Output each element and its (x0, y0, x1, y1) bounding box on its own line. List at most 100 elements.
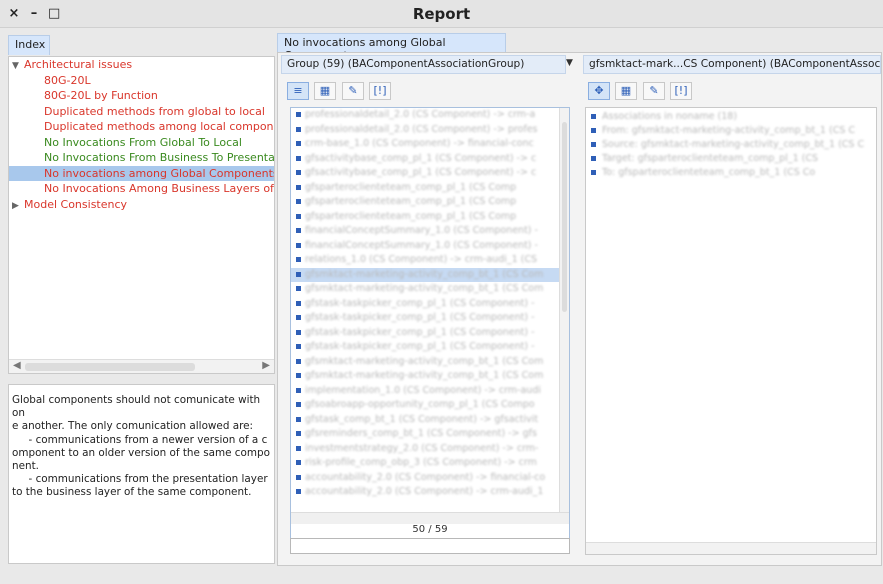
list-item-label: financialConceptSummary_1.0 (CS Componen… (305, 225, 538, 236)
list-vscrollbar[interactable] (559, 108, 569, 512)
list-item[interactable]: gfstask-taskpicker_comp_pl_1 (CS Compone… (291, 326, 569, 341)
item-bullet-icon (296, 358, 301, 364)
list-item[interactable]: gfsreminders_comp_bt_1 (CS Component) ->… (291, 427, 569, 442)
list-item-label: gfsparteroclienteteam_comp_pl_1 (CS Comp (305, 181, 517, 193)
item-bullet-icon (296, 228, 301, 233)
list-item[interactable]: gfsactivitybase_comp_pl_1 (CS Component)… (291, 166, 569, 181)
list-item[interactable]: gfsactivitybase_comp_pl_1 (CS Component)… (291, 152, 569, 167)
item-bullet-icon (296, 286, 301, 291)
detail-item[interactable]: Associations in noname (18) (586, 110, 876, 124)
list-item[interactable]: gfsmktact-marketing-activity_comp_bt_1 (… (291, 267, 569, 282)
tree-item[interactable]: 80G-20L by Function (9, 88, 274, 104)
window-title: Report (412, 5, 471, 23)
list-item[interactable]: financialConceptSummary_1.0 (CS Componen… (291, 239, 569, 254)
list-item[interactable]: crm-base_1.0 (CS Component) -> financial… (291, 137, 569, 152)
tree-item[interactable]: No Invocations From Business To Presenta… (9, 150, 274, 166)
item-bullet-icon (296, 112, 301, 117)
list-item[interactable]: gfsmktact-marketing-activity_comp_bt_1 (… (291, 355, 569, 370)
list-item-label: gfsmktact-marketing-activity_comp_bt_1 (… (305, 370, 544, 381)
list-hscrollbar[interactable] (291, 512, 569, 524)
list-item[interactable]: gfsmktact-marketing-activity_comp_bt_1 (… (291, 282, 569, 297)
list-item[interactable]: gfstask-taskpicker_comp_pl_1 (CS Compone… (291, 340, 569, 355)
dropdown-arrow-icon[interactable]: ▼ (566, 58, 573, 68)
index-hscrollbar[interactable]: ◀ ▶ (9, 359, 274, 373)
item-bullet-icon (296, 126, 301, 132)
filter-input[interactable] (290, 538, 570, 554)
list-item-label: accountability_2.0 (CS Component) -> crm… (305, 486, 544, 497)
list-item[interactable]: gfsmktact-marketing-activity_comp_bt_1 (… (291, 369, 569, 384)
table-view-icon[interactable]: ▦ (314, 82, 336, 100)
expand-right-icon[interactable]: ▶ (12, 199, 24, 215)
tree-item-label: Duplicated methods among local componen (44, 120, 275, 133)
tree-item-label: No Invocations From Global To Local (44, 135, 242, 149)
item-bullet-icon (591, 156, 596, 161)
detail-item[interactable]: To: gfsparteroclienteteam_comp_bt_1 (CS … (586, 166, 876, 180)
item-bullet-icon (296, 402, 301, 407)
detail-item-label: From: gfsmktact-marketing-activity_comp_… (602, 125, 856, 136)
edit-icon[interactable]: ✎ (342, 82, 364, 100)
list-item[interactable]: gfstask-taskpicker_comp_pl_1 (CS Compone… (291, 311, 569, 326)
item-bullet-icon (591, 142, 596, 147)
list-item[interactable]: implementation_1.0 (CS Component) -> crm… (291, 384, 569, 399)
item-bullet-icon (591, 170, 596, 175)
item-bullet-icon (296, 416, 301, 422)
tree-item[interactable]: No Invocations From Global To Local (9, 135, 274, 151)
tree-item[interactable]: Duplicated methods from global to local (9, 104, 274, 120)
edit-icon[interactable]: ✎ (643, 82, 665, 100)
scroll-left-icon[interactable]: ◀ (13, 360, 21, 371)
detail-item[interactable]: Source: gfsmktact-marketing-activity_com… (586, 138, 876, 152)
item-bullet-icon (296, 474, 301, 480)
table-view-icon[interactable]: ▦ (615, 82, 637, 100)
list-item[interactable]: risk-profile_comp_obp_3 (CS Component) -… (291, 456, 569, 471)
list-item[interactable]: gfsparteroclienteteam_comp_pl_1 (CS Comp (291, 195, 569, 210)
list-item-label: accountability_2.0 (CS Component) -> fin… (305, 471, 546, 483)
list-item-label: gfsmktact-marketing-activity_comp_bt_1 (… (305, 268, 544, 280)
list-item-label: crm-base_1.0 (CS Component) -> financial… (305, 138, 534, 149)
list-item[interactable]: gfstask_comp_bt_1 (CS Component) -> gfsa… (291, 413, 569, 428)
detail-hscrollbar[interactable] (586, 542, 876, 554)
code-icon[interactable]: [!] (670, 82, 692, 100)
code-icon[interactable]: [!] (369, 82, 391, 100)
tree-item[interactable]: Duplicated methods among local componen (9, 119, 274, 135)
tree-item-label: 80G-20L by Function (44, 89, 158, 102)
tree-item[interactable]: No Invocations Among Business Layers of … (9, 181, 274, 197)
list-item[interactable]: relations_1.0 (CS Component) -> crm-audi… (291, 253, 569, 268)
list-view-icon[interactable]: ≡ (287, 82, 309, 100)
list-item-label: gfsmktact-marketing-activity_comp_bt_1 (… (305, 283, 544, 294)
list-item[interactable]: professionaldetail_2.0 (CS Component) ->… (291, 108, 569, 123)
list-item[interactable]: gfstask-taskpicker_comp_pl_1 (CS Compone… (291, 297, 569, 312)
list-item[interactable]: professionaldetail_2.0 (CS Component) ->… (291, 123, 569, 138)
list-item[interactable]: accountability_2.0 (CS Component) -> fin… (291, 471, 569, 486)
item-bullet-icon (296, 460, 301, 465)
tree-item[interactable]: ▶ Model Consistency (9, 197, 274, 213)
list-item[interactable]: gfsparteroclienteteam_comp_pl_1 (CS Comp (291, 210, 569, 225)
list-item-label: gfsactivitybase_comp_pl_1 (CS Component)… (305, 152, 537, 164)
list-item[interactable]: gfsoabroapp-opportunity_comp_pl_1 (CS Co… (291, 398, 569, 413)
tab-index[interactable]: Index (8, 35, 50, 55)
list-item-label: financialConceptSummary_1.0 (CS Componen… (305, 239, 538, 251)
expand-down-icon[interactable]: ▼ (12, 59, 24, 75)
list-item[interactable]: investmentstrategy_2.0 (CS Component) ->… (291, 442, 569, 457)
item-bullet-icon (591, 114, 596, 119)
scroll-thumb[interactable] (562, 122, 567, 312)
item-bullet-icon (296, 257, 301, 262)
list-item[interactable]: gfsparteroclienteteam_comp_pl_1 (CS Comp (291, 181, 569, 196)
list-item[interactable]: financialConceptSummary_1.0 (CS Componen… (291, 224, 569, 239)
detail-item[interactable]: Target: gfsparteroclienteteam_comp_pl_1 … (586, 152, 876, 166)
detail-item[interactable]: From: gfsmktact-marketing-activity_comp_… (586, 124, 876, 138)
scroll-thumb[interactable] (25, 363, 195, 371)
list-item[interactable]: accountability_2.0 (CS Component) -> crm… (291, 485, 569, 500)
move-icon[interactable]: ✥ (588, 82, 610, 100)
detail-tab[interactable]: gfsmktact-mark...CS Component) (BACompon… (583, 55, 881, 74)
tree-item-label: No Invocations Among Business Layers of … (44, 182, 275, 195)
tree-item[interactable]: ▼ Architectural issues (9, 57, 274, 73)
scroll-right-icon[interactable]: ▶ (262, 360, 270, 371)
tab-no-invocations-global[interactable]: No invocations among Global Components (277, 33, 506, 62)
tree-item[interactable]: No invocations among Global Components (9, 165, 274, 181)
tree-item-label: No Invocations From Business To Presenta… (44, 151, 275, 164)
list-item-label: gfsreminders_comp_bt_1 (CS Component) ->… (305, 428, 537, 439)
tree-item[interactable]: 80G-20L (9, 73, 274, 89)
group-tab[interactable]: Group (59) (BAComponentAssociationGroup) (281, 55, 566, 74)
list-item-label: gfstask-taskpicker_comp_pl_1 (CS Compone… (305, 341, 535, 352)
item-bullet-icon (296, 271, 301, 277)
